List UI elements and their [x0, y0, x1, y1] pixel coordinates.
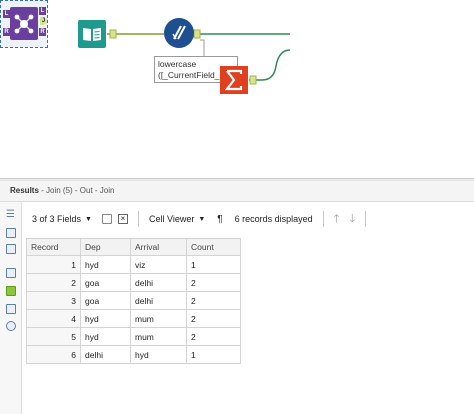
join-icon: [14, 14, 34, 33]
header-row: Record Dep Arrival Count: [26, 238, 241, 256]
metadata-icon[interactable]: [6, 244, 16, 254]
fields-label: 3 of 3 Fields: [32, 214, 82, 224]
column-header-dep[interactable]: Dep: [80, 238, 131, 256]
annotation-line-2: ([_CurrentField_: [158, 70, 220, 80]
results-subtitle: - Join (5) - Out - Join: [38, 186, 115, 195]
record-cell[interactable]: 5: [26, 327, 81, 346]
toolbar-divider: [137, 211, 139, 227]
list-icon[interactable]: ☰: [6, 210, 16, 220]
count-cell[interactable]: 2: [186, 327, 241, 346]
results-title: Results: [10, 186, 39, 195]
dep-cell[interactable]: hyd: [80, 255, 131, 274]
pilcrow-icon[interactable]: ¶: [217, 214, 222, 225]
record-cell[interactable]: 1: [26, 255, 81, 274]
clear-fields-button[interactable]: ×: [117, 214, 128, 224]
input-data-tool[interactable]: [78, 20, 106, 48]
join-anchor-left[interactable]: L: [3, 10, 10, 18]
dep-cell[interactable]: delhi: [80, 345, 131, 364]
sigma-icon: [224, 69, 243, 91]
count-cell[interactable]: 1: [186, 255, 241, 274]
count-cell[interactable]: 2: [186, 273, 241, 292]
arrival-cell[interactable]: mum: [130, 327, 187, 346]
fields-dropdown[interactable]: 3 of 3 Fields ▼: [32, 214, 92, 224]
edit-fields-button[interactable]: [101, 214, 112, 224]
table-row[interactable]: 1 hyd viz 1: [26, 255, 241, 274]
record-cell[interactable]: 2: [26, 273, 81, 292]
column-header-record[interactable]: Record: [26, 238, 81, 256]
chevron-down-icon: ▼: [85, 215, 92, 223]
column-header-count[interactable]: Count: [186, 238, 241, 256]
table-row[interactable]: 6 delhi hyd 1: [26, 345, 241, 364]
results-header: Results - Join (5) - Out - Join: [0, 181, 474, 202]
multi-field-formula-tool[interactable]: [164, 18, 194, 48]
results-toolbar: 3 of 3 Fields ▼ × Cell Viewer ▼ ¶ 6 reco…: [22, 206, 474, 232]
count-cell[interactable]: 2: [186, 291, 241, 310]
record-cell[interactable]: 3: [26, 291, 81, 310]
records-count: 6 records displayed: [234, 214, 313, 224]
input-anchor-icon[interactable]: [6, 268, 16, 278]
formula-icon: [172, 25, 186, 40]
record-cell[interactable]: 6: [26, 345, 81, 364]
book-icon: [83, 28, 101, 41]
table-row[interactable]: 2 goa delhi 2: [26, 273, 241, 292]
right-output-anchor-icon[interactable]: [6, 304, 16, 314]
arrival-cell[interactable]: delhi: [130, 273, 187, 292]
results-grid[interactable]: Record Dep Arrival Count 1 hyd viz 1 2 g…: [26, 238, 241, 364]
record-cell[interactable]: 4: [26, 309, 81, 328]
join-output-right[interactable]: R: [39, 28, 46, 36]
dep-cell[interactable]: hyd: [80, 309, 131, 328]
column-header-arrival[interactable]: Arrival: [130, 238, 187, 256]
count-cell[interactable]: 1: [186, 345, 241, 364]
annotation-line-1: lowercase: [158, 59, 197, 69]
cell-viewer-dropdown[interactable]: Cell Viewer ▼: [149, 214, 205, 224]
table-row[interactable]: 5 hyd mum 2: [26, 327, 241, 346]
results-table: Record Dep Arrival Count 1 hyd viz 1 2 g…: [26, 238, 241, 364]
arrival-cell[interactable]: viz: [130, 255, 187, 274]
arrival-cell[interactable]: delhi: [130, 291, 187, 310]
workflow-canvas[interactable]: lowercase ([_CurrentField_ L R L J R: [0, 0, 474, 178]
checkbox-edit-icon: [101, 214, 112, 224]
arrival-cell[interactable]: mum: [130, 309, 187, 328]
join-output-anchor-icon[interactable]: [6, 286, 16, 296]
dep-cell[interactable]: goa: [80, 273, 131, 292]
join-core: [10, 7, 38, 40]
dep-cell[interactable]: hyd: [80, 327, 131, 346]
summarize-tool[interactable]: [220, 66, 248, 94]
chevron-down-icon: ▼: [198, 215, 206, 223]
table-row[interactable]: 4 hyd mum 2: [26, 309, 241, 328]
table-view-icon[interactable]: [6, 228, 16, 238]
dep-cell[interactable]: goa: [80, 291, 131, 310]
results-side-toolbar: ☰: [0, 202, 22, 414]
arrow-up-icon[interactable]: 🡑: [334, 210, 340, 229]
count-cell[interactable]: 2: [186, 309, 241, 328]
cell-viewer-label: Cell Viewer: [148, 214, 195, 224]
help-icon[interactable]: [6, 321, 16, 331]
table-row[interactable]: 3 goa delhi 2: [26, 291, 241, 310]
arrival-cell[interactable]: hyd: [130, 345, 187, 364]
toolbar-divider: [322, 211, 324, 227]
join-output-left[interactable]: L: [39, 7, 46, 15]
close-box-icon: ×: [117, 214, 128, 224]
toolbar-divider: [365, 211, 367, 227]
join-anchor-right[interactable]: R: [3, 28, 10, 36]
arrow-down-icon[interactable]: 🡓: [349, 210, 355, 229]
